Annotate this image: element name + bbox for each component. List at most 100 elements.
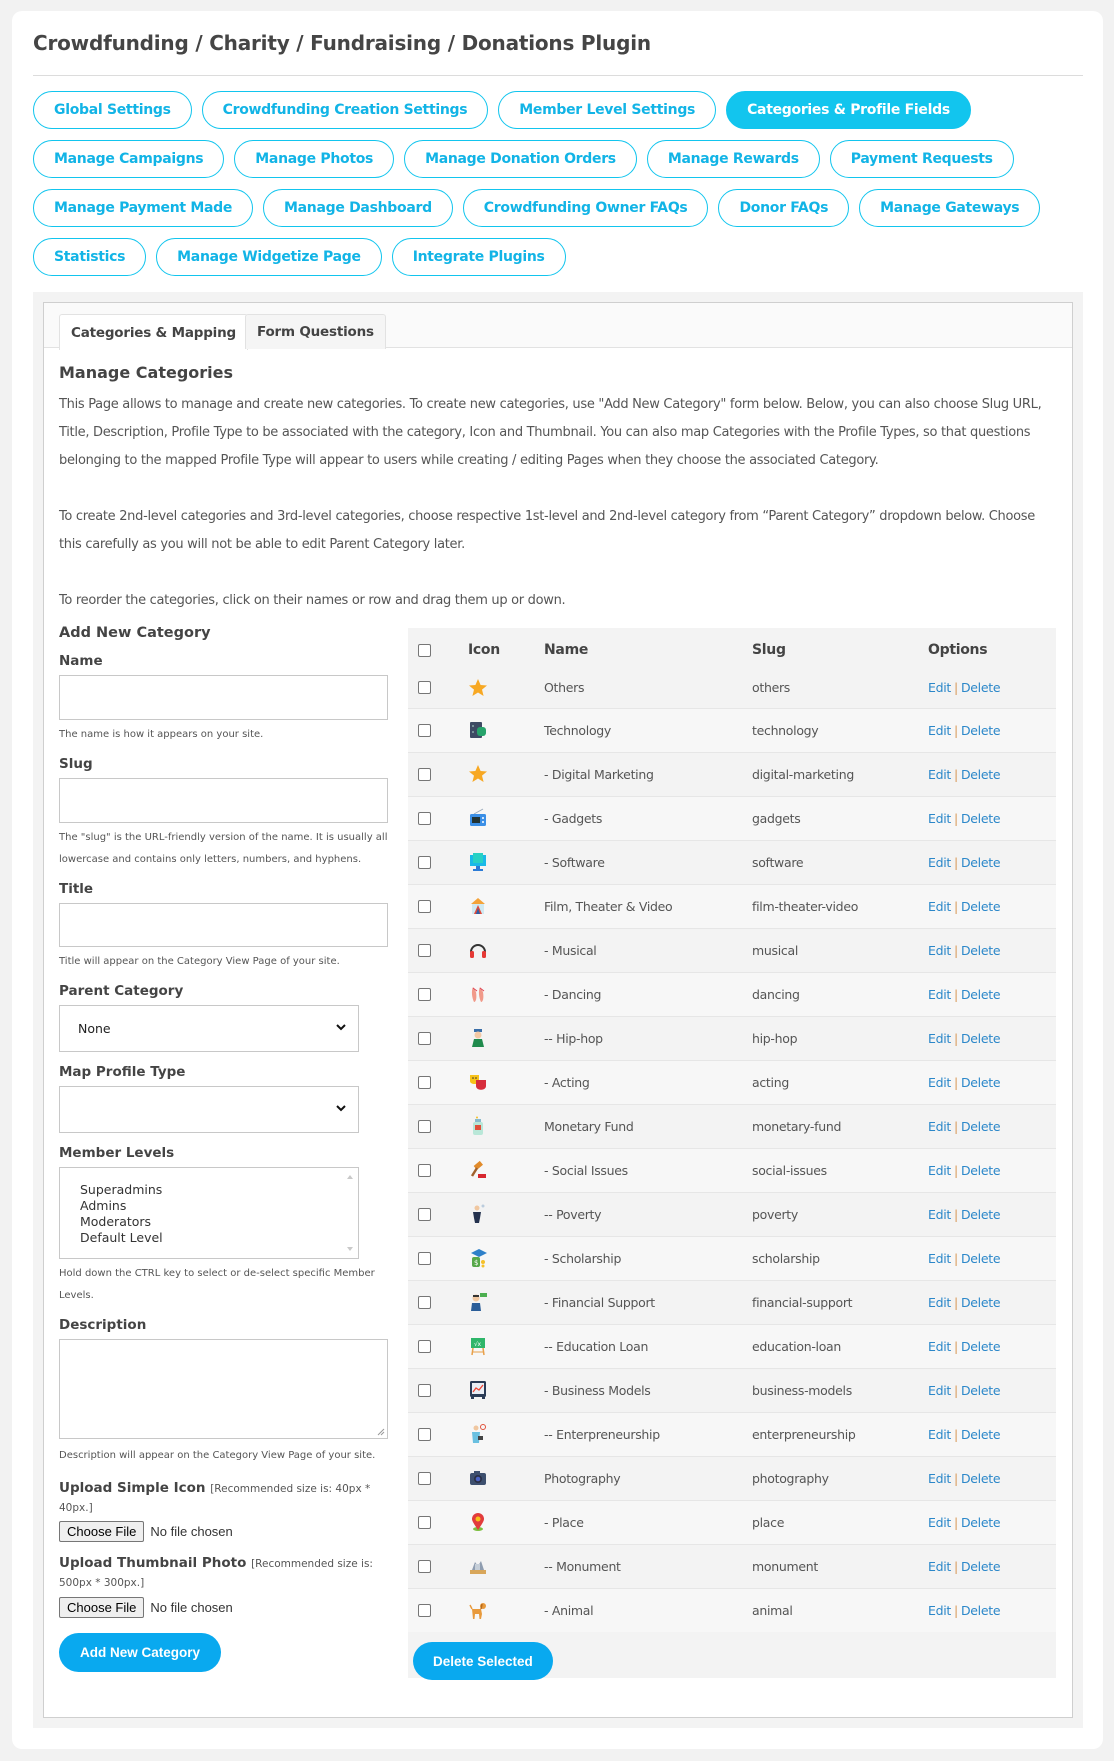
edit-link[interactable]: Edit (928, 1031, 951, 1046)
delete-link[interactable]: Delete (961, 943, 1001, 958)
row-checkbox[interactable] (418, 1295, 431, 1309)
row-name[interactable]: - Place (544, 1499, 752, 1544)
table-row[interactable]: Others others Edit | Delete (408, 668, 1056, 708)
row-name[interactable]: Photography (544, 1455, 752, 1500)
row-checkbox[interactable] (418, 943, 431, 957)
add-new-category-button[interactable]: Add New Category (59, 1633, 222, 1672)
row-name[interactable]: - Digital Marketing (544, 751, 752, 796)
table-row[interactable]: - Social Issues social-issues Edit | Delete (408, 1147, 1056, 1192)
nav-button-manage-gateways[interactable]: Manage Gateways (859, 189, 1041, 227)
table-row[interactable]: -- Poverty poverty Edit | Delete (408, 1191, 1056, 1236)
row-name[interactable]: -- Hip-hop (544, 1015, 752, 1060)
edit-link[interactable]: Edit (928, 1207, 951, 1222)
delete-link[interactable]: Delete (961, 987, 1001, 1002)
row-name[interactable]: -- Monument (544, 1543, 752, 1588)
title-input[interactable] (59, 903, 388, 947)
row-name[interactable]: Monetary Fund (544, 1103, 752, 1148)
nav-button-statistics[interactable]: Statistics (33, 238, 147, 276)
edit-link[interactable]: Edit (928, 767, 951, 782)
edit-link[interactable]: Edit (928, 855, 951, 870)
nav-button-manage-donation-orders[interactable]: Manage Donation Orders (404, 140, 637, 178)
name-input[interactable] (59, 675, 388, 720)
row-checkbox[interactable] (418, 1471, 431, 1485)
row-checkbox[interactable] (418, 1207, 431, 1221)
edit-link[interactable]: Edit (928, 1471, 951, 1486)
member-levels-listbox[interactable]: Superadmins Admins Moderators Default Le… (59, 1167, 359, 1259)
parent-category-select[interactable]: None (59, 1005, 359, 1052)
delete-link[interactable]: Delete (961, 1031, 1001, 1046)
table-row[interactable]: Technology technology Edit | Delete (408, 707, 1056, 752)
row-checkbox[interactable] (418, 767, 431, 781)
row-name[interactable]: Technology (544, 707, 752, 752)
nav-button-manage-dashboard[interactable]: Manage Dashboard (263, 189, 453, 227)
delete-link[interactable]: Delete (961, 811, 1001, 826)
map-profile-type-select[interactable] (59, 1086, 359, 1133)
delete-link[interactable]: Delete (961, 1207, 1001, 1222)
delete-selected-button[interactable]: Delete Selected (413, 1642, 553, 1680)
row-name[interactable]: - Acting (544, 1059, 752, 1104)
table-row[interactable]: -- Hip-hop hip-hop Edit | Delete (408, 1015, 1056, 1060)
row-name[interactable]: - Dancing (544, 971, 752, 1016)
row-checkbox[interactable] (418, 1603, 431, 1617)
row-name[interactable]: Film, Theater & Video (544, 883, 752, 928)
table-row[interactable]: - Acting acting Edit | Delete (408, 1059, 1056, 1104)
row-name[interactable]: - Financial Support (544, 1279, 752, 1324)
row-checkbox[interactable] (418, 1031, 431, 1045)
delete-link[interactable]: Delete (961, 1383, 1001, 1398)
delete-link[interactable]: Delete (961, 1559, 1001, 1574)
table-row[interactable]: -- Monument monument Edit | Delete (408, 1543, 1056, 1588)
nav-button-manage-rewards[interactable]: Manage Rewards (646, 140, 820, 178)
row-checkbox[interactable] (418, 1119, 431, 1133)
nav-button-integrate-plugins[interactable]: Integrate Plugins (391, 238, 566, 276)
row-checkbox[interactable] (418, 1515, 431, 1529)
nav-button-donor-faqs[interactable]: Donor FAQs (718, 189, 850, 227)
listbox-scrollbar[interactable] (343, 1168, 358, 1258)
delete-link[interactable]: Delete (961, 1119, 1001, 1134)
row-name[interactable]: -- Education Loan (544, 1323, 752, 1368)
nav-button-categories-and-profile-fields[interactable]: Categories & Profile Fields (726, 91, 971, 129)
table-row[interactable]: - Place place Edit | Delete (408, 1499, 1056, 1544)
table-row[interactable]: √x -- Education Loan education-loan Edit | De… (408, 1323, 1056, 1368)
delete-link[interactable]: Delete (961, 1515, 1001, 1530)
table-row[interactable]: - Business Models business-models Edit | Del… (408, 1367, 1056, 1412)
row-checkbox[interactable] (418, 899, 431, 913)
table-row[interactable]: - Musical musical Edit | Delete (408, 927, 1056, 972)
delete-link[interactable]: Delete (961, 899, 1001, 914)
table-row[interactable]: - Animal animal Edit | Delete (408, 1587, 1056, 1632)
table-row[interactable]: - Financial Support financial-support Edit… (408, 1279, 1056, 1324)
edit-link[interactable]: Edit (928, 1427, 951, 1442)
row-checkbox[interactable] (418, 723, 431, 737)
table-row[interactable]: Film, Theater & Video film-theater-video E… (408, 883, 1056, 928)
member-level-option[interactable]: Admins (80, 1198, 358, 1214)
row-checkbox[interactable] (418, 855, 431, 869)
member-level-option[interactable]: Superadmins (80, 1182, 358, 1198)
delete-link[interactable]: Delete (961, 1339, 1001, 1354)
row-name[interactable]: - Scholarship (544, 1235, 752, 1280)
nav-button-global-settings[interactable]: Global Settings (33, 91, 192, 129)
table-row[interactable]: Monetary Fund monetary-fund Edit | Delete (408, 1103, 1056, 1148)
choose-icon-file-button[interactable]: Choose File (59, 1520, 145, 1542)
delete-link[interactable]: Delete (961, 1603, 1001, 1618)
delete-link[interactable]: Delete (961, 680, 1001, 695)
delete-link[interactable]: Delete (961, 1075, 1001, 1090)
row-checkbox[interactable] (418, 1339, 431, 1353)
table-row[interactable]: - Dancing dancing Edit | Delete (408, 971, 1056, 1016)
nav-button-manage-widgetize-page[interactable]: Manage Widgetize Page (156, 238, 382, 276)
edit-link[interactable]: Edit (928, 1559, 951, 1574)
nav-button-manage-payment-made[interactable]: Manage Payment Made (33, 189, 254, 227)
table-row[interactable]: $ - Scholarship scholarship Edit | Delete (408, 1235, 1056, 1280)
scroll-down-arrow-icon[interactable] (347, 1247, 353, 1251)
edit-link[interactable]: Edit (928, 1295, 951, 1310)
nav-button-manage-photos[interactable]: Manage Photos (234, 140, 395, 178)
delete-link[interactable]: Delete (961, 1295, 1001, 1310)
row-checkbox[interactable] (418, 1075, 431, 1089)
slug-input[interactable] (59, 778, 388, 823)
row-name[interactable]: - Social Issues (544, 1147, 752, 1192)
row-checkbox[interactable] (418, 811, 431, 825)
edit-link[interactable]: Edit (928, 1603, 951, 1618)
member-level-option[interactable]: Default Level (80, 1230, 358, 1246)
table-row[interactable]: - Software software Edit | Delete (408, 839, 1056, 884)
scroll-up-arrow-icon[interactable] (347, 1175, 353, 1179)
edit-link[interactable]: Edit (928, 1515, 951, 1530)
table-row[interactable]: - Digital Marketing digital-marketing Edit… (408, 751, 1056, 796)
